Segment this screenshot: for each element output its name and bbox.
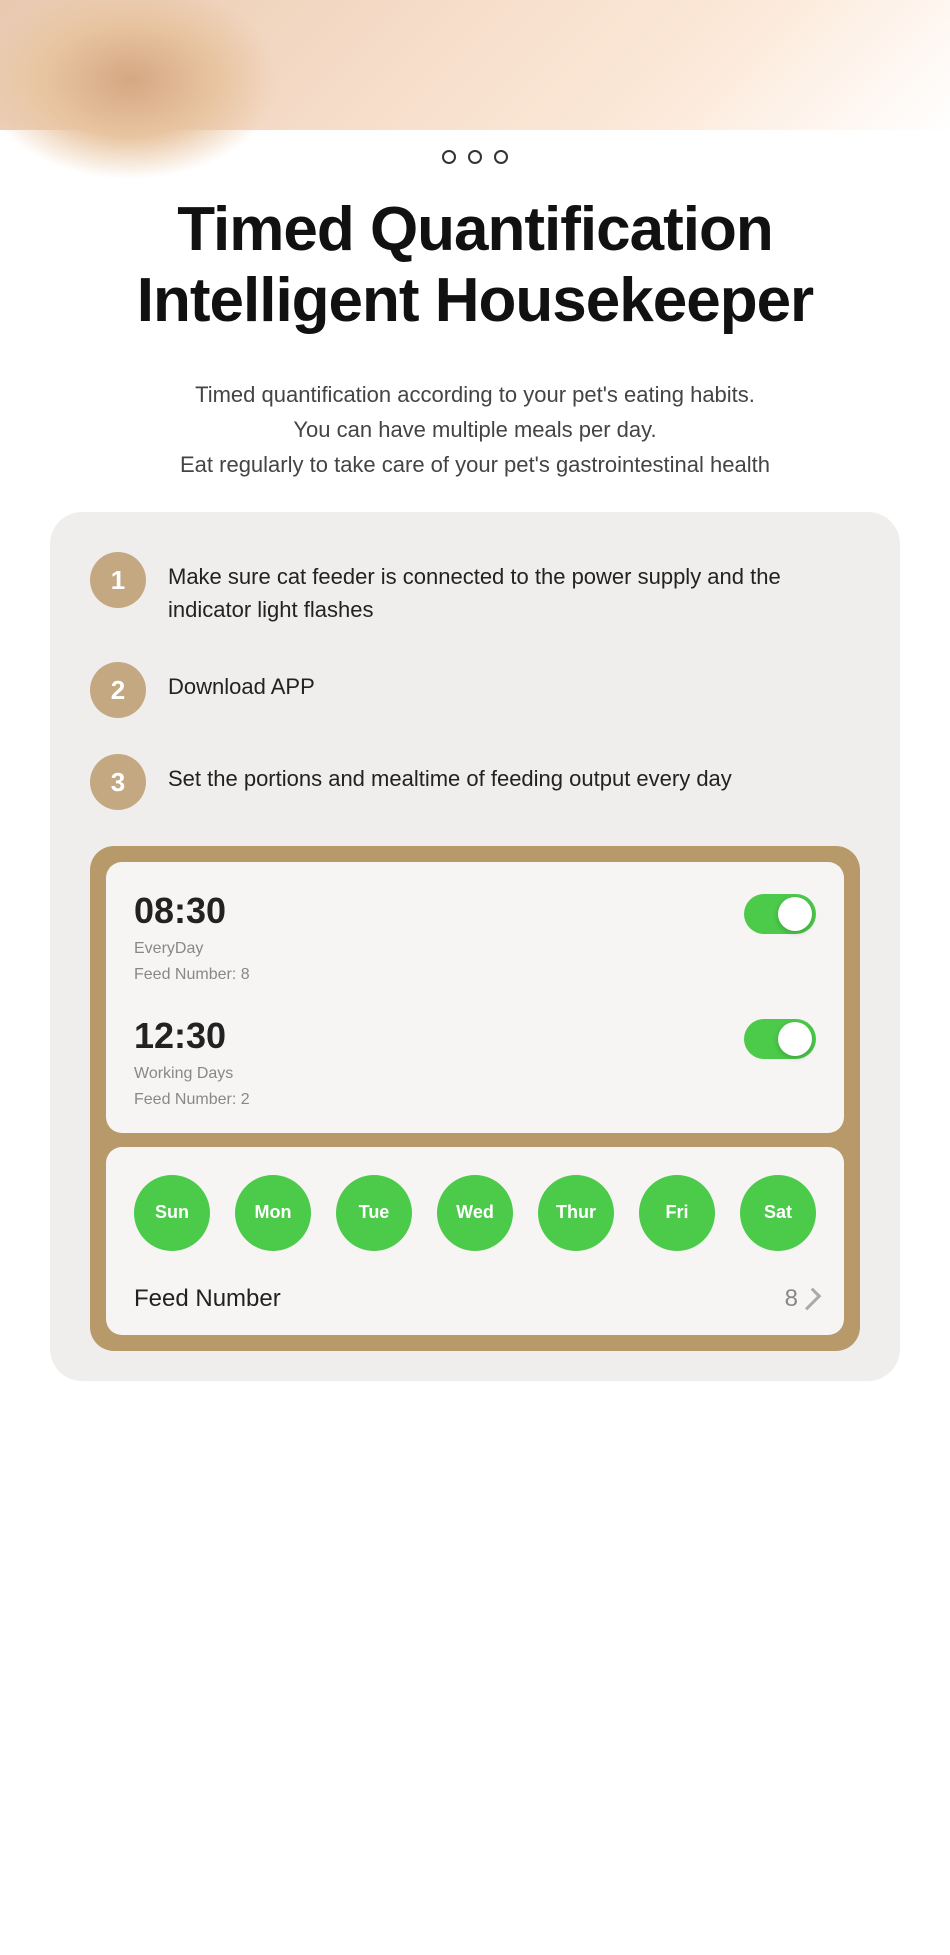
dot-1: [442, 150, 456, 164]
step-2-text: Download APP: [168, 662, 315, 703]
meal-1-row: 08:30 EveryDay Feed Number: 8: [134, 890, 816, 987]
meals-card: 08:30 EveryDay Feed Number: 8 12:30: [106, 862, 844, 1132]
dot-3: [494, 150, 508, 164]
feed-number-value-group: 8: [785, 1285, 816, 1313]
meal-1-entry: 08:30 EveryDay Feed Number: 8: [134, 890, 816, 987]
meal-1-details: EveryDay Feed Number: 8: [134, 936, 250, 987]
day-sun[interactable]: Sun: [134, 1175, 210, 1251]
main-card: 1 Make sure cat feeder is connected to t…: [50, 512, 900, 1380]
day-fri[interactable]: Fri: [639, 1175, 715, 1251]
days-card: Sun Mon Tue Wed Thur Fri Sat Feed Number…: [106, 1147, 844, 1335]
step-2-number: 2: [90, 662, 146, 718]
meal-2-toggle[interactable]: [744, 1019, 816, 1059]
day-wed[interactable]: Wed: [437, 1175, 513, 1251]
meal-2-toggle-thumb: [778, 1022, 812, 1056]
step-1: 1 Make sure cat feeder is connected to t…: [90, 552, 860, 626]
hero-subtitle: Timed quantification according to your p…: [0, 367, 950, 513]
meal-1-toggle-thumb: [778, 897, 812, 931]
step-2: 2 Download APP: [90, 662, 860, 718]
step-3-text: Set the portions and mealtime of feeding…: [168, 754, 732, 795]
hero-title-section: Timed Quantification Intelligent Houseke…: [0, 174, 950, 367]
day-tue[interactable]: Tue: [336, 1175, 412, 1251]
meal-1-toggle[interactable]: [744, 894, 816, 934]
day-mon[interactable]: Mon: [235, 1175, 311, 1251]
schedule-wrapper: 08:30 EveryDay Feed Number: 8 12:30: [90, 846, 860, 1350]
meal-2-time-block: 12:30 Working Days Feed Number: 2: [134, 1015, 250, 1112]
days-row: Sun Mon Tue Wed Thur Fri Sat: [134, 1175, 816, 1251]
day-sat[interactable]: Sat: [740, 1175, 816, 1251]
step-1-number: 1: [90, 552, 146, 608]
meal-2-entry: 12:30 Working Days Feed Number: 2: [134, 1015, 816, 1112]
meal-1-time: 08:30 EveryDay Feed Number: 8: [134, 890, 250, 987]
step-3-number: 3: [90, 754, 146, 810]
top-image-decoration: [0, 0, 950, 130]
chevron-right-icon: [799, 1287, 822, 1310]
meal-2-row: 12:30 Working Days Feed Number: 2: [134, 1015, 816, 1112]
feed-number-label: Feed Number: [134, 1285, 281, 1313]
step-1-text: Make sure cat feeder is connected to the…: [168, 552, 860, 626]
day-thur[interactable]: Thur: [538, 1175, 614, 1251]
feed-number-row[interactable]: Feed Number 8: [134, 1275, 816, 1313]
meal-2-details: Working Days Feed Number: 2: [134, 1061, 250, 1112]
step-3: 3 Set the portions and mealtime of feedi…: [90, 754, 860, 810]
dot-2: [468, 150, 482, 164]
page-title: Timed Quantification Intelligent Houseke…: [40, 194, 910, 337]
